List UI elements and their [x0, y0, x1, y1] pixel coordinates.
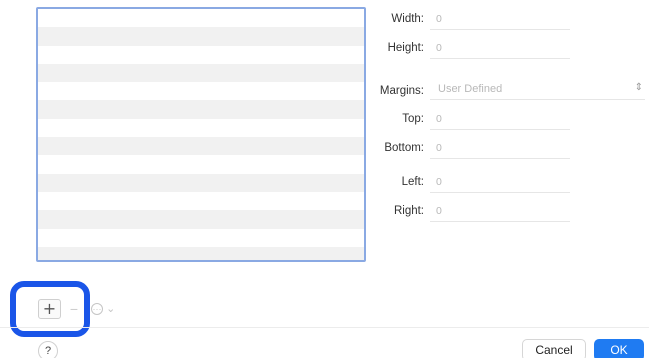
action-menu-button[interactable]: ··· ⌄: [91, 299, 115, 319]
highlight-annotation: [10, 281, 90, 337]
list-item[interactable]: [38, 210, 364, 229]
list-item[interactable]: [38, 9, 364, 28]
margins-select[interactable]: User Defined ⇕: [430, 80, 645, 100]
list-item[interactable]: [38, 82, 364, 101]
right-margin-field[interactable]: 0: [430, 202, 570, 222]
list-item[interactable]: [38, 228, 364, 247]
margins-label: Margins:: [379, 85, 424, 97]
list-item[interactable]: [38, 118, 364, 138]
paper-sizes-list[interactable]: [36, 7, 366, 262]
width-field[interactable]: 0: [430, 10, 570, 30]
top-label: Top:: [402, 113, 424, 125]
bottom-label: Bottom:: [384, 142, 424, 154]
right-label: Right:: [393, 205, 424, 217]
help-button[interactable]: ?: [38, 341, 58, 358]
ellipsis-icon: ···: [91, 303, 103, 316]
left-margin-field[interactable]: 0: [430, 173, 570, 193]
chevron-down-icon: ⌄: [106, 303, 116, 315]
list-item[interactable]: [38, 100, 364, 119]
left-label: Left:: [401, 176, 424, 188]
cancel-button[interactable]: Cancel: [522, 339, 586, 358]
list-item[interactable]: [38, 173, 364, 192]
margins-value: User Defined: [438, 83, 503, 95]
ok-button[interactable]: OK: [594, 339, 644, 358]
bottom-margin-field[interactable]: 0: [430, 139, 570, 159]
top-margin-field[interactable]: 0: [430, 110, 570, 130]
list-item[interactable]: [38, 246, 364, 260]
list-item[interactable]: [38, 27, 364, 46]
list-item[interactable]: [38, 45, 364, 64]
list-item[interactable]: [38, 137, 364, 156]
list-item[interactable]: [38, 191, 364, 211]
list-item[interactable]: [38, 155, 364, 174]
list-item[interactable]: [38, 63, 364, 83]
height-label: Height:: [387, 42, 424, 54]
footer-divider: [0, 327, 649, 328]
select-arrows-icon: ⇕: [634, 82, 643, 93]
width-label: Width:: [391, 13, 424, 25]
height-field[interactable]: 0: [430, 39, 570, 59]
